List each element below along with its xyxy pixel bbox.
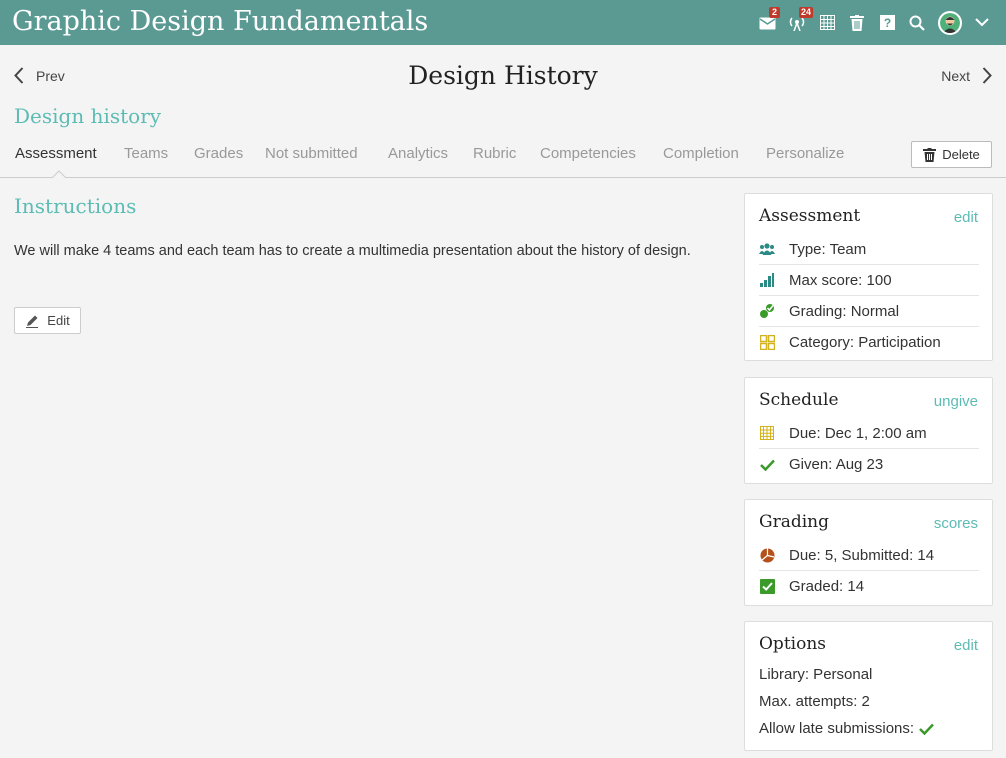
- check-icon: [919, 723, 934, 735]
- tab-teams[interactable]: Teams: [124, 145, 168, 162]
- instructions-title: Instructions: [14, 194, 137, 218]
- app-title[interactable]: Graphic Design Fundamentals: [12, 6, 428, 37]
- search-icon[interactable]: [902, 0, 932, 45]
- max-attempts-text: Max. attempts: 2: [759, 693, 870, 710]
- calendar-icon: [759, 425, 775, 441]
- next-label: Next: [941, 67, 970, 84]
- trash-icon[interactable]: [842, 0, 872, 45]
- calendar-icon[interactable]: [812, 0, 842, 45]
- graded-row: Graded: 14: [759, 571, 979, 602]
- late-submissions-row: Allow late submissions:: [759, 720, 934, 737]
- tab-not-submitted[interactable]: Not submitted: [265, 145, 358, 162]
- card-title: Grading: [759, 512, 829, 532]
- due-row: Due: Dec 1, 2:00 am: [759, 418, 979, 449]
- pencil-icon: [26, 315, 39, 328]
- help-icon[interactable]: ?: [872, 0, 902, 45]
- avatar[interactable]: [932, 0, 968, 45]
- delete-button[interactable]: Delete: [911, 141, 992, 168]
- top-icons: 2 24 ?: [752, 0, 1006, 45]
- grading-row: Grading: Normal: [759, 296, 979, 327]
- user-avatar: [938, 10, 962, 35]
- tab-personalize[interactable]: Personalize: [766, 145, 844, 162]
- card-title: Schedule: [759, 390, 839, 410]
- edit-instructions-button[interactable]: Edit: [14, 307, 81, 334]
- page-title: Design History: [408, 61, 598, 90]
- max-score-text: Max score: 100: [789, 271, 892, 289]
- grading-card: Grading scores Due: 5, Submitted: 14 Gra…: [744, 499, 993, 606]
- checkbox-checked-icon: [759, 579, 775, 595]
- assessment-card: Assessment edit Type: Team Max score: 10…: [744, 193, 993, 361]
- submission-row: Due: 5, Submitted: 14: [759, 540, 979, 571]
- assessment-subtitle: Design history: [14, 104, 162, 128]
- library-text: Library: Personal: [759, 666, 873, 683]
- tab-competencies[interactable]: Competencies: [540, 145, 636, 162]
- pie-chart-icon: [759, 547, 775, 563]
- tab-analytics[interactable]: Analytics: [388, 145, 448, 162]
- schedule-card: Schedule ungive Due: Dec 1, 2:00 am Give…: [744, 377, 993, 484]
- chevron-right-icon: [982, 67, 992, 84]
- broadcast-badge: 24: [799, 7, 814, 18]
- instructions-text: We will make 4 teams and each team has t…: [14, 243, 691, 259]
- submission-text: Due: 5, Submitted: 14: [789, 546, 935, 564]
- category-row: Category: Participation: [759, 327, 979, 358]
- mail-badge: 2: [769, 7, 780, 18]
- active-tab-pointer: [52, 170, 66, 178]
- options-card: Options edit Library: Personal Max. atte…: [744, 621, 993, 751]
- max-attempts-row: Max. attempts: 2: [759, 693, 870, 710]
- nav-row: Prev Design History Next: [0, 45, 1006, 107]
- due-text: Due: Dec 1, 2:00 am: [789, 424, 927, 442]
- tab-grades[interactable]: Grades: [194, 145, 243, 162]
- grading-check-icon: [759, 303, 775, 319]
- given-row: Given: Aug 23: [759, 449, 979, 480]
- graded-text: Graded: 14: [789, 578, 865, 595]
- tab-assessment[interactable]: Assessment: [15, 145, 97, 162]
- card-title: Assessment: [759, 206, 861, 226]
- type-row: Type: Team: [759, 234, 979, 265]
- check-icon: [759, 457, 775, 473]
- max-score-row: Max score: 100: [759, 265, 979, 296]
- grading-text: Grading: Normal: [789, 302, 900, 320]
- type-text: Type: Team: [789, 240, 867, 258]
- late-submissions-text: Allow late submissions:: [759, 720, 915, 737]
- mail-icon[interactable]: 2: [752, 0, 782, 45]
- card-title: Options: [759, 634, 826, 654]
- scores-link[interactable]: scores: [934, 515, 978, 532]
- options-edit-link[interactable]: edit: [954, 637, 978, 654]
- trash-icon: [923, 147, 937, 162]
- team-icon: [759, 241, 775, 257]
- tab-completion[interactable]: Completion: [663, 145, 739, 162]
- tab-bar: Assessment Teams Grades Not submitted An…: [0, 138, 1006, 178]
- category-grid-icon: [759, 335, 775, 351]
- top-bar: Graphic Design Fundamentals 2 24 ?: [0, 0, 1006, 45]
- next-button[interactable]: Next: [941, 67, 992, 84]
- assessment-edit-link[interactable]: edit: [954, 209, 978, 226]
- category-text: Category: Participation: [789, 334, 941, 351]
- svg-text:?: ?: [883, 16, 890, 30]
- chevron-down-icon[interactable]: [968, 0, 996, 45]
- delete-label: Delete: [942, 147, 980, 162]
- tab-rubric[interactable]: Rubric: [473, 145, 516, 162]
- ungive-link[interactable]: ungive: [934, 393, 978, 410]
- given-text: Given: Aug 23: [789, 456, 884, 473]
- bar-chart-icon: [759, 272, 775, 288]
- library-row: Library: Personal: [759, 666, 872, 683]
- broadcast-icon[interactable]: 24: [782, 0, 814, 45]
- edit-label: Edit: [47, 313, 70, 328]
